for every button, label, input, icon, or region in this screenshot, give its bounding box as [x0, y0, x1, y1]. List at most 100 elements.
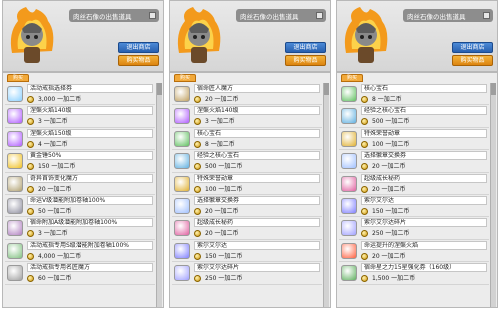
list-item[interactable]: 宿命附加A级潜能附加卷轴100% 3 一加二币: [5, 217, 155, 240]
item-list-box: 购买 活动戒指选择券 3,000 一加二币 涅槃火焰140级 3 一加二币 涅槃火焰…: [2, 72, 164, 308]
item-price: 3 一加二币: [205, 118, 235, 126]
list-item[interactable]: 经验之核心宝石 500 一加二币: [172, 150, 322, 173]
list-scrollbar[interactable]: [490, 83, 496, 307]
list-item[interactable]: 宿命匠人魔方 20 一加二币: [172, 83, 322, 106]
list-item[interactable]: 活动戒指专用S级潜能附加卷轴100% 4,000 一加二币: [5, 240, 155, 263]
buy-item-button[interactable]: 购买物品: [452, 55, 493, 66]
ring-coupon-icon: [7, 86, 23, 102]
exit-shop-button[interactable]: 退出商店: [285, 42, 326, 53]
item-name: 宿命星之力15星强化券（160级）: [361, 263, 487, 273]
item-name: 经验之核心宝石: [361, 106, 487, 116]
scrollbar-thumb[interactable]: [157, 83, 162, 95]
nameplate-checkbox[interactable]: [149, 12, 156, 19]
list-item[interactable]: 奇异首饰变化魔方 20 一加二币: [5, 173, 155, 195]
item-price: 20 一加二币: [372, 163, 406, 171]
item-name: 命运提升的涅槃火焰: [361, 240, 487, 250]
list-item[interactable]: 活动戒指专用名匠魔方 60 一加二币: [5, 262, 155, 285]
scrollbar-thumb[interactable]: [491, 83, 496, 95]
item-name: 特殊荣誉勋章: [361, 128, 487, 138]
item-price: 500 一加二币: [205, 163, 243, 171]
potion-icon: [341, 175, 357, 192]
item-price: 20 一加二币: [372, 185, 406, 193]
item-price: 150 一加二币: [205, 252, 243, 260]
exit-shop-button[interactable]: 退出商店: [118, 42, 159, 53]
list-item[interactable]: 超级成长秘药 20 一加二币: [339, 173, 489, 195]
list-item[interactable]: 特殊荣誉勋章 100 一加二币: [339, 128, 489, 151]
list-item[interactable]: 索尔艾尔达 150 一加二币: [339, 195, 489, 218]
item-price: 100 一加二币: [372, 140, 410, 148]
item-name: 索尔艾尔达: [194, 240, 320, 250]
cube-icon: [174, 86, 190, 102]
item-name: 索尔艾尔达: [361, 195, 487, 205]
shop-header: 肉丝石像の出售道具 退出商店 购买物品: [336, 0, 498, 72]
list-item[interactable]: 索尔艾尔达碎片 250 一加二币: [339, 217, 489, 240]
item-name: 索尔艾尔达碎片: [194, 263, 320, 273]
list-item[interactable]: 黄金锤50% 150 一加二币: [5, 150, 155, 173]
tab-buy[interactable]: 购买: [341, 74, 363, 82]
tab-buy[interactable]: 购买: [174, 74, 196, 82]
flame-icon: [341, 242, 357, 259]
item-price: 8 一加二币: [372, 96, 402, 103]
list-item[interactable]: 命运V级潜能附加卷轴100% 50 一加二币: [5, 195, 155, 218]
list-item[interactable]: 宿命星之力15星强化券（160级） 1,500 一加二币: [339, 262, 489, 285]
list-item[interactable]: 选择徽章交换券 20 一加二币: [339, 150, 489, 173]
item-list: 活动戒指选择券 3,000 一加二币 涅槃火焰140级 3 一加二币 涅槃火焰150…: [5, 83, 155, 307]
list-item[interactable]: 涅槃火焰140级 3 一加二币: [172, 105, 322, 128]
item-name: 命运V级潜能附加卷轴100%: [27, 195, 153, 205]
item-name: 活动戒指选择券: [27, 84, 153, 93]
list-scrollbar[interactable]: [323, 83, 329, 307]
item-name: 涅槃火焰150级: [27, 128, 153, 138]
item-price: 20 一加二币: [205, 96, 239, 103]
list-item[interactable]: 核心宝石 8 一加二币: [339, 83, 489, 106]
shop-panel-1: 肉丝石像の出售道具 退出商店 购买物品 购买 活动戒指选择券 3,000 一加二币…: [2, 0, 164, 310]
list-item[interactable]: 索尔艾尔达 150 一加二币: [172, 240, 322, 263]
item-name: 核心宝石: [361, 84, 487, 93]
list-scrollbar[interactable]: [156, 83, 162, 307]
buy-item-button[interactable]: 购买物品: [285, 55, 326, 66]
shop-header: 肉丝石像の出售道具 退出商店 购买物品: [169, 0, 331, 72]
nameplate-checkbox[interactable]: [316, 12, 323, 19]
buy-item-button[interactable]: 购买物品: [118, 55, 159, 66]
item-price: 250 一加二币: [372, 230, 410, 238]
item-name: 经验之核心宝石: [194, 151, 320, 161]
item-name: 核心宝石: [194, 128, 320, 138]
sol-erda-icon: [174, 242, 190, 259]
list-item[interactable]: 选择徽章交换券 20 一加二币: [172, 195, 322, 218]
list-item[interactable]: 涅槃火焰150级 4 一加二币: [5, 128, 155, 151]
cube-icon: [7, 265, 23, 282]
list-item[interactable]: 经验之核心宝石 500 一加二币: [339, 105, 489, 128]
list-item[interactable]: 超级成长秘药 20 一加二币: [172, 217, 322, 240]
shop-panel-3: 肉丝石像の出售道具 退出商店 购买物品 购买 核心宝石 8 一加二币 经验之核心宝…: [336, 0, 498, 310]
sol-erda-icon: [341, 197, 357, 214]
item-price: 4,000 一加二币: [38, 252, 82, 260]
item-name: 索尔艾尔达碎片: [361, 218, 487, 228]
item-list: 宿命匠人魔方 20 一加二币 涅槃火焰140级 3 一加二币 核心宝石 8 一加二币 …: [172, 83, 322, 307]
item-name: 宿命匠人魔方: [194, 84, 320, 93]
item-name: 选择徽章交换券: [361, 151, 487, 161]
list-item[interactable]: 核心宝石 8 一加二币: [172, 128, 322, 151]
item-price: 20 一加二币: [205, 207, 239, 215]
nameplate-checkbox[interactable]: [483, 12, 490, 19]
item-name: 黄金锤50%: [27, 151, 153, 161]
npc-portrait-icon: [177, 7, 221, 63]
coupon-icon: [174, 197, 190, 214]
medal-icon: [341, 130, 357, 147]
core-gem-icon: [174, 153, 190, 170]
list-item[interactable]: 命运提升的涅槃火焰 20 一加二币: [339, 240, 489, 263]
item-price: 20 一加二币: [372, 252, 406, 260]
shop-nameplate: 肉丝石像の出售道具: [69, 9, 159, 22]
sol-erda-fragment-icon: [341, 220, 357, 237]
shop-nameplate: 肉丝石像の出售道具: [403, 9, 493, 22]
scrollbar-thumb[interactable]: [324, 83, 329, 95]
item-name: 涅槃火焰140级: [194, 106, 320, 116]
exit-shop-button[interactable]: 退出商店: [452, 42, 493, 53]
tab-buy[interactable]: 购买: [7, 74, 29, 82]
list-item[interactable]: 特殊荣誉勋章 100 一加二币: [172, 173, 322, 195]
shop-name-text: 肉丝石像の出售道具: [240, 13, 299, 21]
potion-icon: [174, 220, 190, 237]
item-price: 3,000 一加二币: [38, 96, 82, 103]
item-price: 8 一加二币: [205, 140, 235, 148]
list-item[interactable]: 活动戒指选择券 3,000 一加二币: [5, 83, 155, 106]
list-item[interactable]: 涅槃火焰140级 3 一加二币: [5, 105, 155, 128]
list-item[interactable]: 索尔艾尔达碎片 250 一加二币: [172, 262, 322, 285]
